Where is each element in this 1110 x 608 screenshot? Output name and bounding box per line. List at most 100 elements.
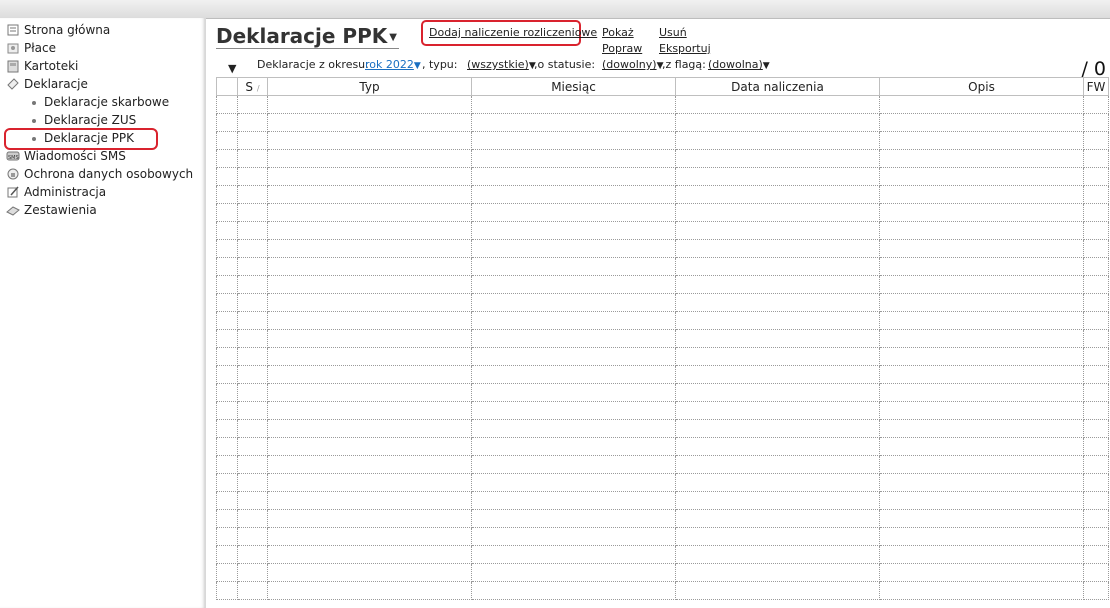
table-cell[interactable]: [216, 185, 238, 204]
table-cell[interactable]: [216, 437, 238, 456]
table-cell[interactable]: [237, 203, 268, 222]
table-cell[interactable]: [879, 149, 1084, 168]
table-row[interactable]: [216, 491, 1109, 510]
table-cell[interactable]: [675, 401, 880, 420]
table-row[interactable]: [216, 185, 1109, 204]
table-cell[interactable]: [471, 329, 676, 348]
table-cell[interactable]: [471, 365, 676, 384]
table-row[interactable]: [216, 473, 1109, 492]
table-cell[interactable]: [237, 419, 268, 438]
table-cell[interactable]: [471, 257, 676, 276]
table-cell[interactable]: [879, 239, 1084, 258]
column-header-s[interactable]: S /: [237, 77, 268, 96]
sidebar-item-declarations[interactable]: Deklaracje: [6, 75, 88, 93]
column-header-fw[interactable]: FW: [1083, 77, 1109, 96]
table-cell[interactable]: [675, 563, 880, 582]
row-selector-header[interactable]: [216, 77, 238, 96]
table-cell[interactable]: [879, 545, 1084, 564]
table-cell[interactable]: [237, 347, 268, 366]
table-cell[interactable]: [237, 95, 268, 114]
table-cell[interactable]: [675, 293, 880, 312]
table-row[interactable]: [216, 563, 1109, 582]
table-cell[interactable]: [675, 419, 880, 438]
table-cell[interactable]: [1083, 347, 1109, 366]
sidebar-item-home[interactable]: Strona główna: [6, 21, 110, 39]
table-cell[interactable]: [1083, 185, 1109, 204]
table-row[interactable]: [216, 365, 1109, 384]
table-cell[interactable]: [216, 167, 238, 186]
table-cell[interactable]: [675, 131, 880, 150]
table-row[interactable]: [216, 545, 1109, 564]
page-title[interactable]: Deklaracje PPK ▼: [216, 24, 399, 49]
table-cell[interactable]: [471, 113, 676, 132]
table-cell[interactable]: [216, 365, 238, 384]
table-cell[interactable]: [675, 437, 880, 456]
table-cell[interactable]: [216, 149, 238, 168]
table-cell[interactable]: [879, 383, 1084, 402]
table-cell[interactable]: [1083, 437, 1109, 456]
table-cell[interactable]: [216, 275, 238, 294]
table-cell[interactable]: [675, 257, 880, 276]
table-cell[interactable]: [267, 95, 472, 114]
table-row[interactable]: [216, 329, 1109, 348]
table-cell[interactable]: [879, 257, 1084, 276]
table-cell[interactable]: [267, 401, 472, 420]
table-cell[interactable]: [471, 167, 676, 186]
table-cell[interactable]: [1083, 293, 1109, 312]
table-cell[interactable]: [1083, 311, 1109, 330]
table-cell[interactable]: [1083, 95, 1109, 114]
table-cell[interactable]: [1083, 113, 1109, 132]
table-cell[interactable]: [675, 329, 880, 348]
table-cell[interactable]: [216, 293, 238, 312]
table-cell[interactable]: [237, 509, 268, 528]
table-cell[interactable]: [471, 419, 676, 438]
table-cell[interactable]: [675, 275, 880, 294]
table-cell[interactable]: [267, 203, 472, 222]
table-cell[interactable]: [471, 527, 676, 546]
table-cell[interactable]: [1083, 563, 1109, 582]
table-row[interactable]: [216, 95, 1109, 114]
table-row[interactable]: [216, 203, 1109, 222]
table-row[interactable]: [216, 221, 1109, 240]
table-cell[interactable]: [675, 347, 880, 366]
table-cell[interactable]: [237, 365, 268, 384]
table-cell[interactable]: [879, 437, 1084, 456]
table-cell[interactable]: [237, 491, 268, 510]
table-cell[interactable]: [675, 455, 880, 474]
table-cell[interactable]: [216, 455, 238, 474]
table-cell[interactable]: [1083, 221, 1109, 240]
table-row[interactable]: [216, 401, 1109, 420]
table-cell[interactable]: [216, 239, 238, 258]
table-cell[interactable]: [879, 329, 1084, 348]
table-cell[interactable]: [267, 329, 472, 348]
table-cell[interactable]: [879, 509, 1084, 528]
table-cell[interactable]: [1083, 131, 1109, 150]
table-cell[interactable]: [237, 527, 268, 546]
collapse-icon[interactable]: ▼: [228, 62, 236, 75]
table-cell[interactable]: [267, 347, 472, 366]
table-cell[interactable]: [1083, 473, 1109, 492]
table-cell[interactable]: [216, 509, 238, 528]
table-row[interactable]: [216, 419, 1109, 438]
table-cell[interactable]: [1083, 545, 1109, 564]
table-cell[interactable]: [216, 491, 238, 510]
table-cell[interactable]: [1083, 401, 1109, 420]
table-cell[interactable]: [471, 221, 676, 240]
table-cell[interactable]: [471, 203, 676, 222]
table-cell[interactable]: [675, 113, 880, 132]
table-cell[interactable]: [1083, 581, 1109, 600]
table-cell[interactable]: [471, 293, 676, 312]
table-cell[interactable]: [267, 221, 472, 240]
table-cell[interactable]: [879, 275, 1084, 294]
edit-button[interactable]: Popraw: [602, 42, 642, 55]
show-button[interactable]: Pokaż: [602, 26, 634, 39]
table-cell[interactable]: [879, 167, 1084, 186]
table-cell[interactable]: [471, 581, 676, 600]
table-cell[interactable]: [216, 347, 238, 366]
table-cell[interactable]: [1083, 365, 1109, 384]
table-cell[interactable]: [237, 581, 268, 600]
table-cell[interactable]: [267, 131, 472, 150]
table-row[interactable]: [216, 293, 1109, 312]
table-row[interactable]: [216, 437, 1109, 456]
table-cell[interactable]: [879, 113, 1084, 132]
